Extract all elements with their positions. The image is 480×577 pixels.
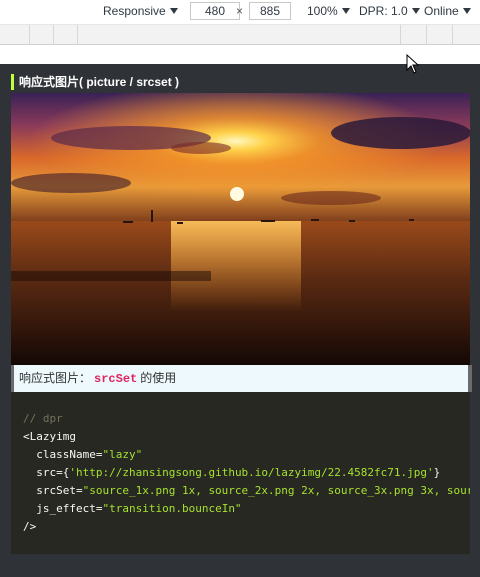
code-class-attr: className= bbox=[36, 448, 103, 461]
code-block: // dpr <Lazyimg className="lazy" src={'h… bbox=[11, 392, 470, 554]
image-caption: 响应式图片： srcSet 的使用 bbox=[11, 365, 472, 392]
code-comment: // dpr bbox=[23, 412, 63, 425]
code-tag-close: /> bbox=[23, 520, 37, 533]
zoom-label: 100% bbox=[307, 4, 338, 18]
code-src-value: 'http://zhansingsong.github.io/lazyimg/2… bbox=[69, 466, 434, 479]
device-select[interactable]: Responsive bbox=[103, 4, 178, 18]
ruler-segment[interactable] bbox=[53, 25, 78, 44]
code-srcset-attr: srcSet= bbox=[36, 484, 83, 497]
network-label: Online bbox=[424, 4, 459, 18]
code-class-value: "lazy" bbox=[102, 448, 143, 461]
multiply-sign: × bbox=[236, 4, 244, 18]
code-src-close: } bbox=[433, 466, 441, 479]
caption-code: srcSet bbox=[94, 372, 138, 386]
code-effect-attr: js_effect= bbox=[36, 502, 103, 515]
network-select[interactable]: Online bbox=[424, 4, 471, 18]
device-label: Responsive bbox=[103, 4, 166, 18]
section-title: 响应式图片( picture / srcset ) bbox=[11, 74, 179, 90]
device-toolbar: Responsive 480 × 885 100% DPR: 1.0 Onlin… bbox=[0, 0, 480, 25]
zoom-select[interactable]: 100% bbox=[307, 4, 350, 18]
triangle-down-icon bbox=[169, 8, 178, 14]
dpr-label: DPR: 1.0 bbox=[359, 4, 408, 18]
dpr-select[interactable]: DPR: 1.0 bbox=[359, 4, 420, 18]
sunset-image bbox=[11, 93, 470, 365]
code-tag-open: <Lazyimg bbox=[23, 430, 76, 443]
emulated-viewport: 响应式图片( picture / srcset ) 响应式图片： srcSet … bbox=[0, 64, 480, 577]
triangle-down-icon bbox=[411, 8, 420, 14]
ruler-segment[interactable] bbox=[77, 25, 401, 44]
width-input[interactable]: 480 bbox=[190, 2, 240, 20]
triangle-down-icon bbox=[341, 8, 350, 14]
sunset-illustration bbox=[11, 93, 470, 365]
ruler-segment[interactable] bbox=[400, 25, 427, 44]
ruler-segment[interactable] bbox=[29, 25, 54, 44]
caption-suffix: 的使用 bbox=[140, 371, 177, 385]
ruler-segment[interactable] bbox=[0, 25, 30, 44]
media-query-ruler[interactable] bbox=[0, 25, 480, 45]
mouse-pointer-icon bbox=[406, 54, 420, 74]
code-effect-value: "transition.bounceIn" bbox=[102, 502, 242, 515]
code-srcset-value: "source_1x.png 1x, source_2x.png 2x, sou… bbox=[82, 484, 470, 497]
code-src-attr: src={ bbox=[36, 466, 70, 479]
caption-prefix: 响应式图片： bbox=[19, 371, 92, 385]
ruler-segment[interactable] bbox=[426, 25, 453, 44]
triangle-down-icon bbox=[462, 8, 471, 14]
height-input[interactable]: 885 bbox=[249, 2, 291, 20]
